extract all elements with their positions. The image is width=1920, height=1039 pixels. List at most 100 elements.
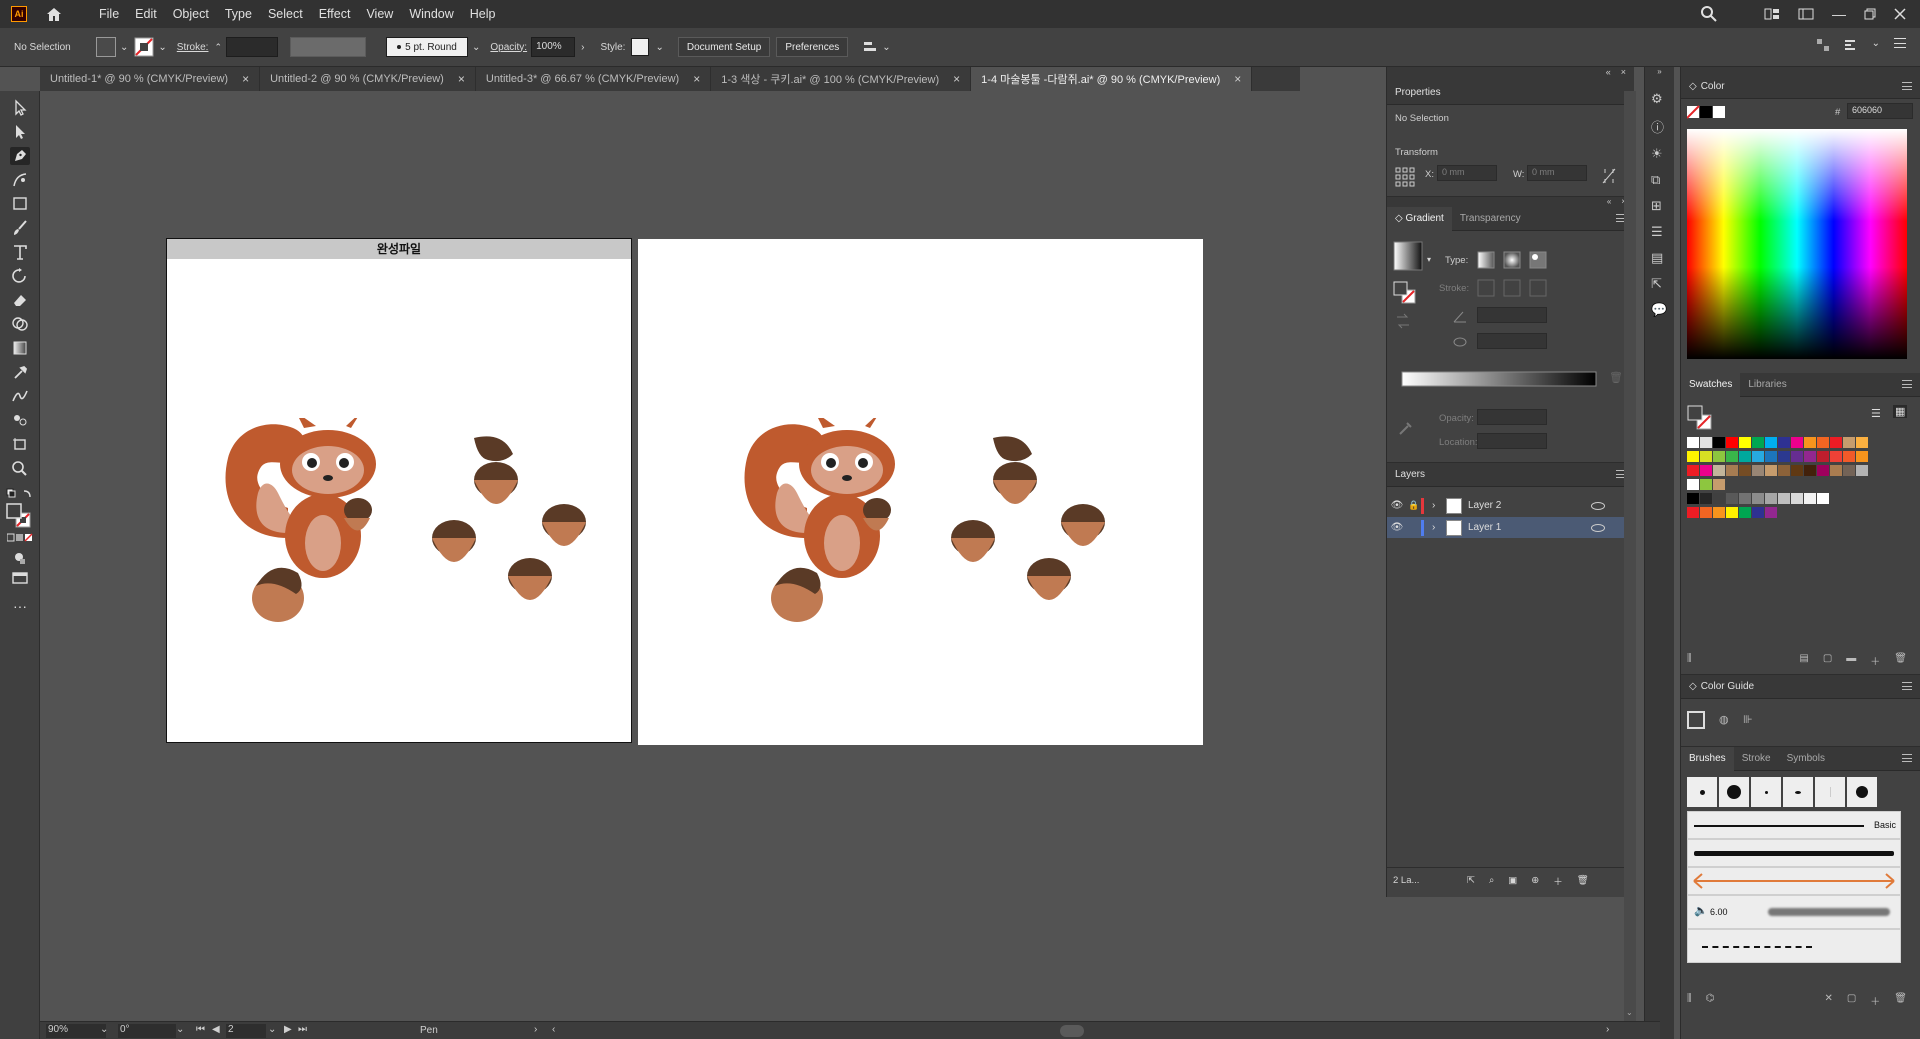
swatch-libraries-icon[interactable]: ⫼: [1687, 653, 1692, 668]
target-icon[interactable]: [1591, 523, 1605, 532]
properties-title[interactable]: Properties: [1395, 87, 1441, 98]
location-field[interactable]: [1477, 433, 1547, 449]
next-artboard-icon[interactable]: ▶: [284, 1024, 292, 1035]
new-swatch-icon[interactable]: ＋: [1870, 653, 1880, 668]
eyedropper-tool-icon[interactable]: [10, 363, 30, 381]
grid-view-icon[interactable]: ▦: [1893, 405, 1908, 418]
edit-colors-icon[interactable]: ⊪: [1743, 713, 1753, 726]
workspace-icon[interactable]: [1798, 7, 1814, 21]
artboards-dock-icon[interactable]: ▤: [1651, 250, 1667, 266]
export-icon[interactable]: ⇱: [1467, 875, 1475, 886]
swatch[interactable]: [1713, 465, 1725, 476]
swatch[interactable]: [1856, 437, 1868, 448]
layer-row-1[interactable]: 👁 › Layer 1: [1387, 517, 1627, 538]
close-icon[interactable]: ×: [458, 72, 465, 86]
swatch[interactable]: [1687, 451, 1699, 462]
brush-definition[interactable]: 5 pt. Round: [386, 37, 469, 57]
swatch[interactable]: [1791, 465, 1803, 476]
chevron-down-icon[interactable]: ⌄: [100, 1024, 108, 1035]
delete-brush-icon[interactable]: 🗑: [1894, 993, 1907, 1008]
swatch[interactable]: [1843, 451, 1855, 462]
collapse-icon[interactable]: «: [1606, 67, 1611, 81]
horizontal-scrollbar-thumb[interactable]: [1060, 1025, 1084, 1037]
swatch[interactable]: [1739, 465, 1751, 476]
swatch[interactable]: [1687, 493, 1699, 504]
swatch[interactable]: [1856, 451, 1868, 462]
tab-untitled-2[interactable]: Untitled-2 @ 90 % (CMYK/Preview) ×: [260, 67, 476, 91]
swatch-fill-stroke[interactable]: [1687, 405, 1713, 431]
brush-tip[interactable]: [1719, 777, 1749, 807]
opacity-field[interactable]: [1477, 409, 1547, 425]
pathfinder-dock-icon[interactable]: ☰: [1651, 224, 1667, 240]
arrange-icon[interactable]: [1816, 38, 1830, 52]
swatch[interactable]: [1804, 437, 1816, 448]
canvas-vertical-scrollbar[interactable]: ⌄: [1624, 91, 1636, 1021]
menu-view[interactable]: View: [358, 7, 401, 21]
brush-tip[interactable]: [1815, 777, 1845, 807]
tab-symbols[interactable]: Symbols: [1779, 747, 1833, 771]
chevron-down-icon[interactable]: ⌄: [120, 42, 128, 53]
swap-fill-stroke-icon[interactable]: [1395, 313, 1411, 329]
swatch-grid[interactable]: [1687, 437, 1907, 521]
collapse-icon[interactable]: «: [1607, 197, 1611, 207]
panel-menu-icon[interactable]: [1902, 754, 1912, 762]
collapse-arrow-icon[interactable]: ◇: [1689, 81, 1697, 92]
chevron-right-icon[interactable]: ›: [1432, 500, 1446, 511]
brush-options-icon[interactable]: ▢: [1847, 993, 1856, 1008]
swatch[interactable]: [1713, 479, 1725, 490]
aspect-ratio-field[interactable]: [1477, 333, 1547, 349]
angle-field[interactable]: [1477, 307, 1547, 323]
stroke-none-swatch[interactable]: [134, 37, 154, 57]
clipping-mask-icon[interactable]: ▣: [1508, 875, 1517, 886]
charcoal-brush[interactable]: [1687, 839, 1901, 867]
swatch[interactable]: [1713, 493, 1725, 504]
swatch[interactable]: [1752, 451, 1764, 462]
swatch[interactable]: [1817, 451, 1829, 462]
document-setup-button[interactable]: Document Setup: [677, 37, 771, 57]
constrain-proportions-icon[interactable]: [1601, 167, 1617, 185]
chevron-down-icon[interactable]: ⌄: [158, 42, 166, 53]
swatch[interactable]: [1791, 493, 1803, 504]
x-field[interactable]: 0 mm: [1437, 165, 1497, 181]
swatch[interactable]: [1765, 507, 1777, 518]
swatch[interactable]: [1726, 451, 1738, 462]
close-icon[interactable]: ×: [953, 72, 960, 86]
chevron-down-icon[interactable]: ▾: [1427, 255, 1431, 264]
artboard-number-field[interactable]: 2: [226, 1024, 266, 1038]
swatch[interactable]: [1817, 465, 1829, 476]
swatch[interactable]: [1752, 437, 1764, 448]
swatch[interactable]: [1752, 493, 1764, 504]
swatch[interactable]: [1687, 465, 1699, 476]
brush-libraries-menu-icon[interactable]: ⌬: [1706, 993, 1715, 1008]
blend-tool-icon[interactable]: [10, 387, 30, 405]
swatch[interactable]: [1752, 507, 1764, 518]
menu-help[interactable]: Help: [462, 7, 504, 21]
swatch[interactable]: [1700, 479, 1712, 490]
stroke-weight-field[interactable]: [226, 37, 279, 57]
direct-selection-tool-icon[interactable]: [10, 123, 30, 141]
swatch[interactable]: [1765, 451, 1777, 462]
swatch[interactable]: [1687, 479, 1699, 490]
panel-options-icon[interactable]: [1844, 38, 1858, 52]
first-artboard-icon[interactable]: ⏮: [196, 1024, 205, 1035]
swatch[interactable]: [1726, 437, 1738, 448]
brush-tip[interactable]: [1751, 777, 1781, 807]
opacity-label[interactable]: Opacity:: [490, 42, 527, 53]
rotate-field[interactable]: 0°: [118, 1024, 176, 1038]
remove-brush-stroke-icon[interactable]: ✕: [1824, 993, 1832, 1008]
type-tool-icon[interactable]: [10, 243, 30, 261]
swatch[interactable]: [1713, 451, 1725, 462]
new-color-group-icon[interactable]: ▬: [1846, 653, 1856, 668]
new-brush-icon[interactable]: ＋: [1870, 993, 1880, 1008]
menu-file[interactable]: File: [91, 7, 127, 21]
scroll-down-icon[interactable]: ⌄: [1626, 1008, 1633, 1017]
swatch[interactable]: [1830, 437, 1842, 448]
opacity-field[interactable]: 100%: [531, 37, 576, 57]
last-artboard-icon[interactable]: ⏭: [298, 1024, 307, 1035]
menu-edit[interactable]: Edit: [127, 7, 165, 21]
brush-tips[interactable]: [1687, 777, 1877, 807]
swatch[interactable]: [1817, 437, 1829, 448]
draw-mode-icon[interactable]: [10, 549, 30, 567]
arrange-documents-icon[interactable]: [1764, 7, 1780, 21]
gradient-preview-swatch[interactable]: [1393, 241, 1425, 273]
